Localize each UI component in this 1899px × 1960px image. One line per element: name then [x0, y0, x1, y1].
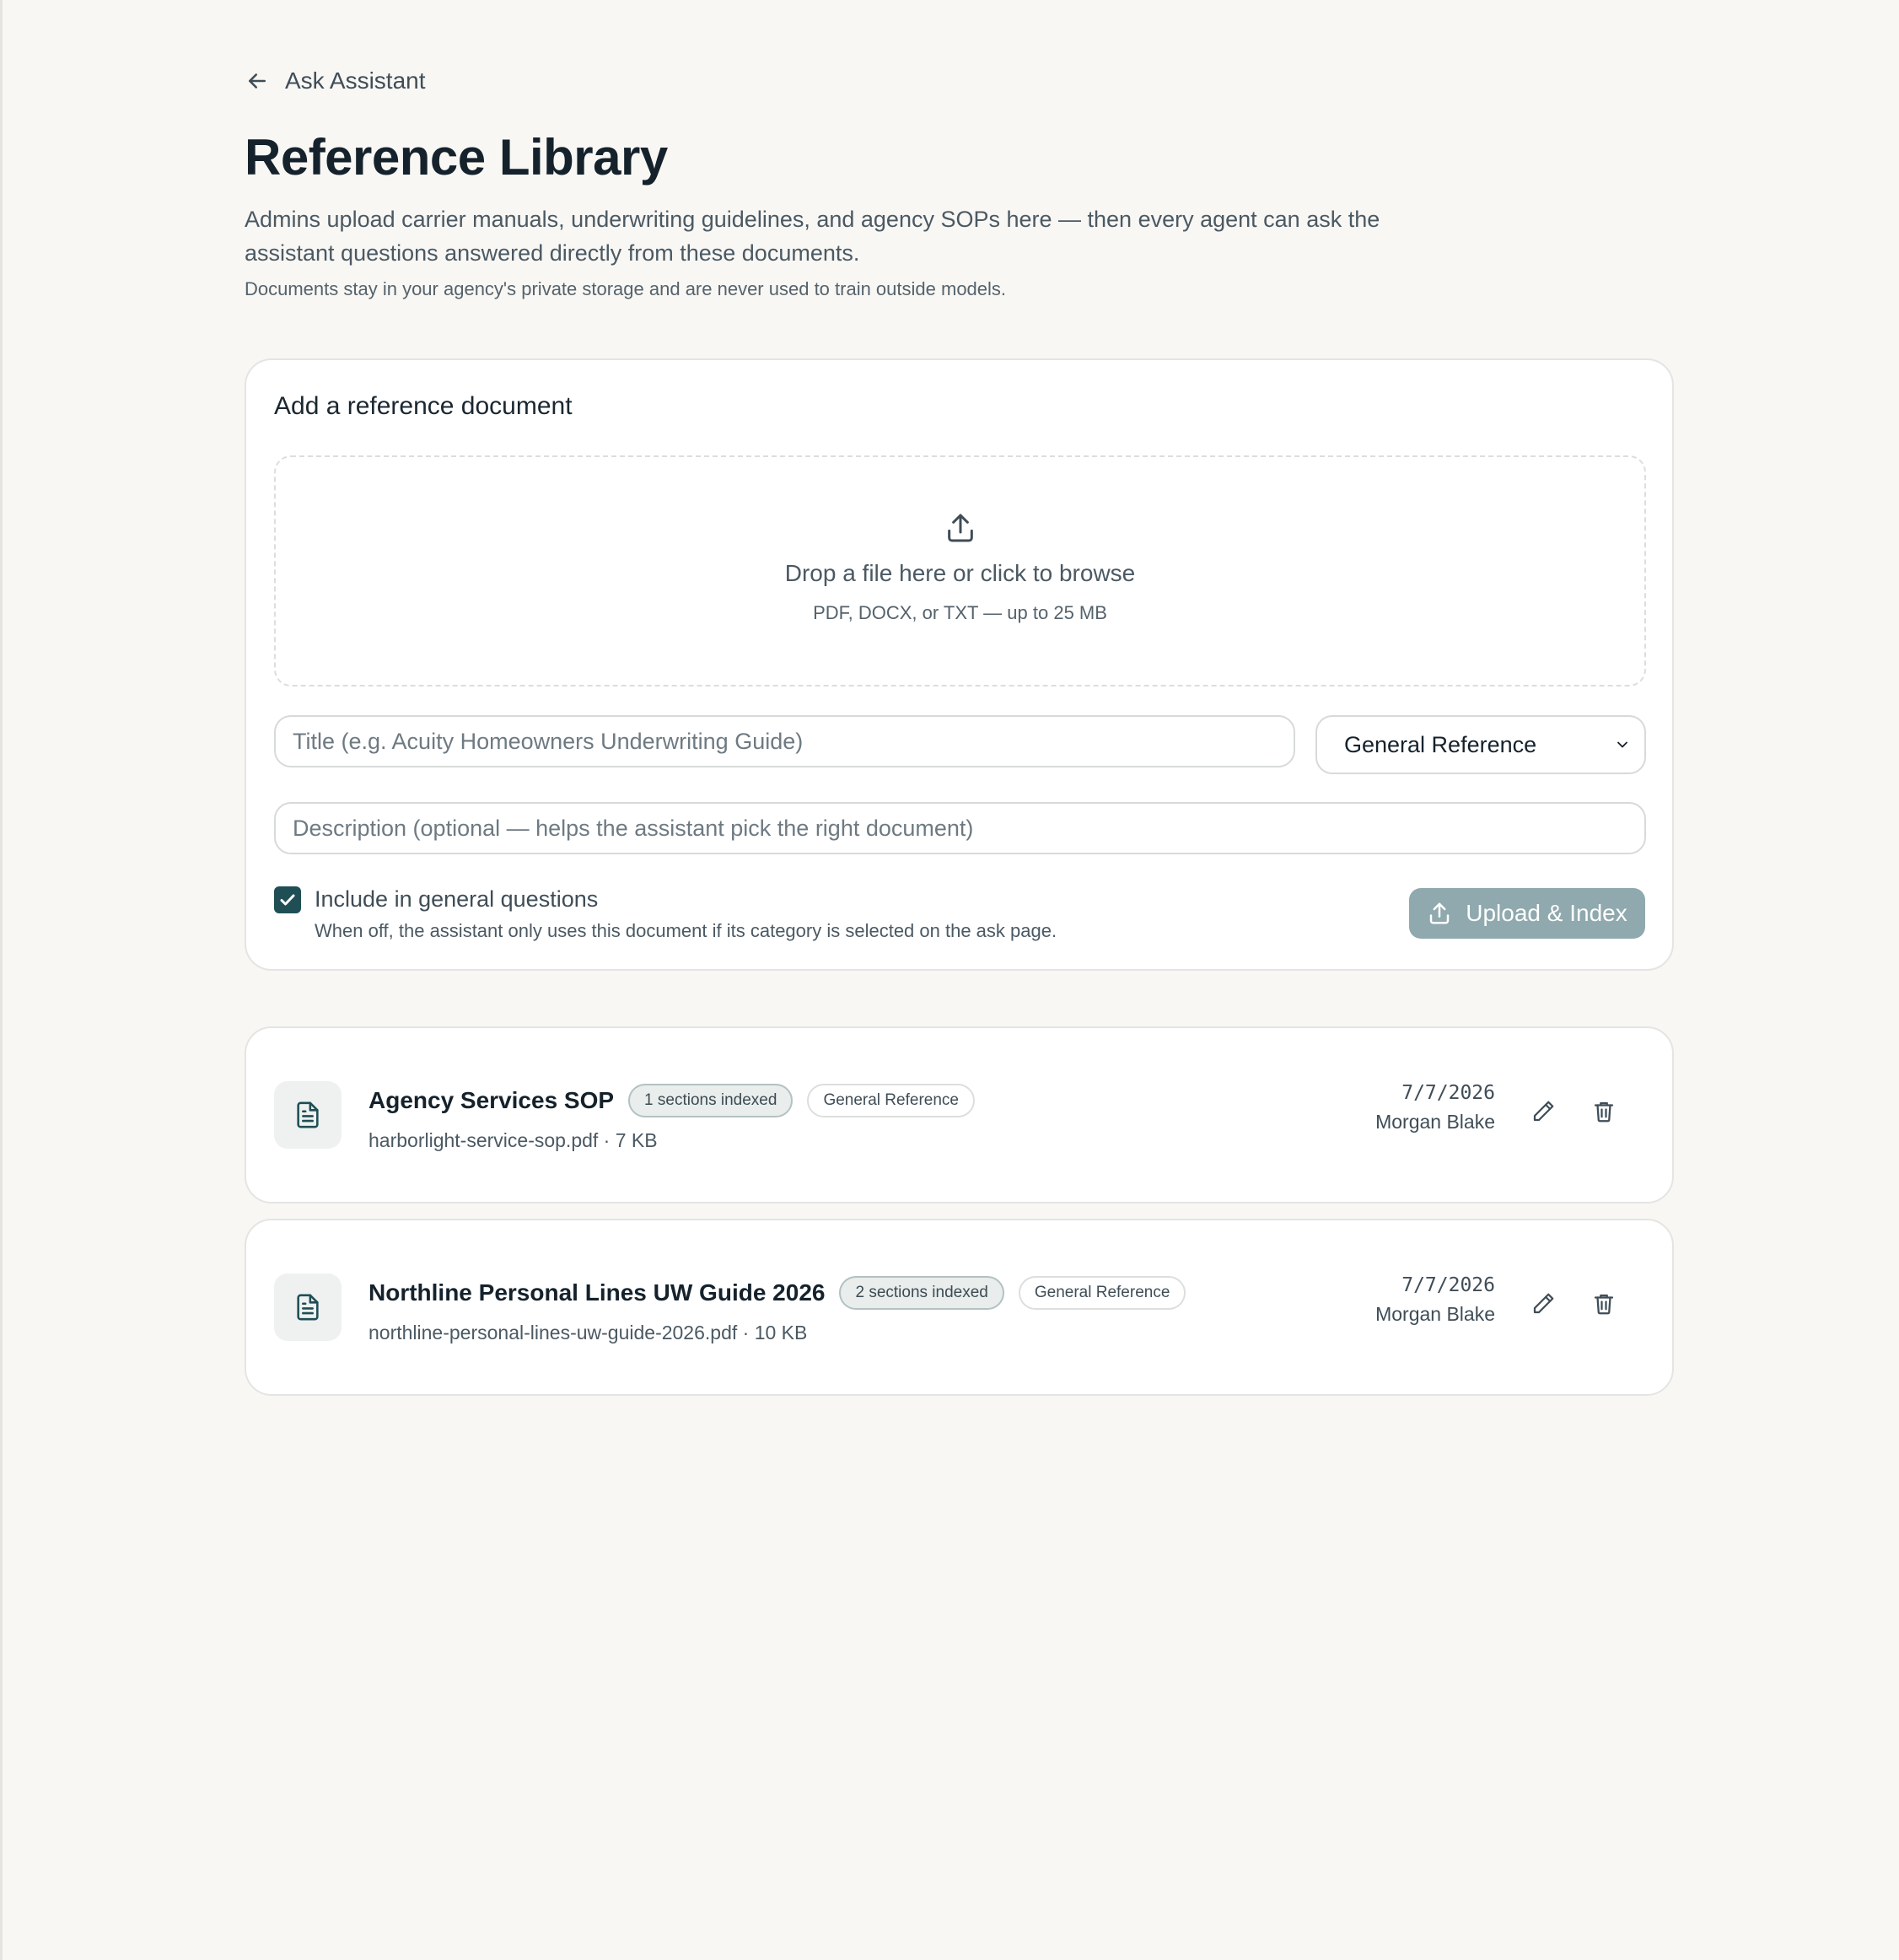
description-input[interactable] [274, 802, 1646, 854]
category-badge: General Reference [1018, 1276, 1186, 1310]
delete-button[interactable] [1585, 1285, 1622, 1322]
document-icon-tile [274, 1273, 342, 1341]
document-card: Agency Services SOP 1 sections indexed G… [245, 1026, 1674, 1203]
document-title-row: Northline Personal Lines UW Guide 2026 2… [369, 1274, 1186, 1311]
indexed-badge: 1 sections indexed [628, 1084, 793, 1117]
trash-icon [1594, 1294, 1614, 1315]
delete-button[interactable] [1585, 1093, 1622, 1130]
document-date: 7/7/2026 [1401, 1082, 1495, 1104]
category-badge: General Reference [807, 1084, 975, 1117]
arrow-left-icon [249, 73, 266, 89]
include-general-label[interactable]: Include in general questions [315, 886, 598, 913]
upload-index-button-label: Upload & Index [1466, 900, 1627, 926]
document-file-meta: harborlight-service-sop.pdf · 7 KB [369, 1129, 658, 1151]
document-info: Northline Personal Lines UW Guide 2026 2… [369, 1274, 1186, 1344]
title-input[interactable] [274, 715, 1295, 767]
edit-button[interactable] [1525, 1285, 1562, 1322]
document-upload-info: 7/7/2026 Morgan Blake [1375, 1082, 1495, 1133]
pencil-icon [1533, 1101, 1554, 1122]
document-card: Northline Personal Lines UW Guide 2026 2… [245, 1219, 1674, 1396]
upload-icon [1430, 902, 1450, 924]
document-upload-info: 7/7/2026 Morgan Blake [1375, 1274, 1495, 1326]
chevron-down-icon [1617, 741, 1627, 748]
category-select-value: General Reference [1344, 731, 1537, 757]
upload-icon [947, 514, 973, 542]
page: Ask Assistant Reference Library Admins u… [0, 0, 1899, 1960]
edit-button[interactable] [1525, 1093, 1562, 1130]
upload-card: Add a reference document Drop a file her… [245, 358, 1674, 971]
document-date: 7/7/2026 [1401, 1274, 1495, 1296]
dropzone-hint: PDF, DOCX, or TXT — up to 25 MB [813, 602, 1107, 623]
document-title[interactable]: Agency Services SOP [369, 1087, 614, 1114]
file-text-icon [297, 1294, 319, 1321]
include-general-checkbox[interactable] [274, 886, 301, 913]
file-text-icon [297, 1101, 319, 1128]
page-intro: Admins upload carrier manuals, underwrit… [245, 207, 1380, 266]
upload-card-heading: Add a reference document [274, 392, 573, 420]
include-general-help: When off, the assistant only uses this d… [315, 920, 1057, 941]
document-title[interactable]: Northline Personal Lines UW Guide 2026 [369, 1279, 825, 1306]
document-info: Agency Services SOP 1 sections indexed G… [369, 1082, 975, 1152]
indexed-badge: 2 sections indexed [839, 1276, 1004, 1310]
document-file-meta: northline-personal-lines-uw-guide-2026.p… [369, 1322, 808, 1343]
document-author: Morgan Blake [1375, 1111, 1495, 1133]
page-title: Reference Library [245, 129, 668, 186]
privacy-note: Documents stay in your agency's private … [245, 278, 1007, 299]
file-dropzone[interactable]: Drop a file here or click to browse PDF,… [274, 455, 1646, 687]
checkmark-icon [280, 894, 295, 906]
document-icon-tile [274, 1081, 342, 1149]
document-title-row: Agency Services SOP 1 sections indexed G… [369, 1082, 975, 1119]
pencil-icon [1533, 1293, 1554, 1314]
back-link-label: Ask Assistant [285, 67, 426, 94]
back-link[interactable]: Ask Assistant [245, 67, 426, 94]
dropzone-title: Drop a file here or click to browse [784, 560, 1136, 586]
upload-index-button[interactable]: Upload & Index [1409, 888, 1645, 939]
trash-icon [1594, 1101, 1614, 1123]
category-select[interactable]: General Reference [1315, 715, 1646, 774]
document-author: Morgan Blake [1375, 1303, 1495, 1325]
